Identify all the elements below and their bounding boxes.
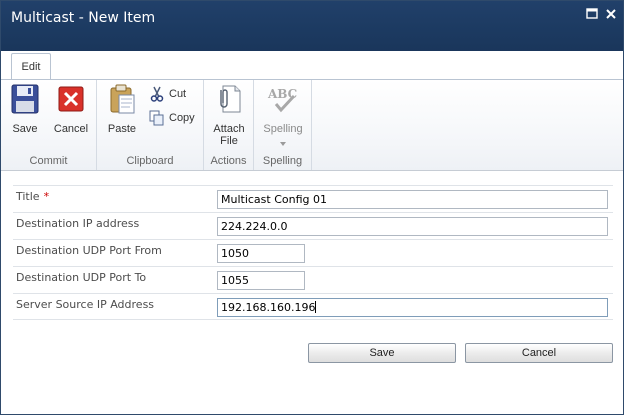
destination-ip-input[interactable]: 224.224.0.0 <box>217 217 608 236</box>
floppy-disk-icon <box>9 84 41 117</box>
form-row-destination-ip: Destination IP address 224.224.0.0 <box>13 212 613 239</box>
commit-group: Save Cancel Commit <box>1 80 97 170</box>
actions-group: Attach File Actions <box>204 80 254 170</box>
save-ribbon-button[interactable]: Save <box>9 84 41 135</box>
maximize-icon[interactable] <box>585 7 599 21</box>
field-label-udp-port-to: Destination UDP Port To <box>16 271 147 284</box>
copy-ribbon-label: Copy <box>169 112 195 124</box>
ribbon: Save Cancel Commit Paste Cut Copy Clipbo… <box>1 79 623 171</box>
title-input[interactable]: Multicast Config 01 <box>217 190 608 209</box>
new-item-form: Title * Multicast Config 01 Destination I… <box>13 185 613 320</box>
cut-ribbon-button[interactable]: Cut <box>149 85 199 103</box>
dialog-title: Multicast - New Item <box>11 10 156 26</box>
paste-ribbon-button[interactable]: Paste <box>105 84 139 135</box>
dialog-window: Multicast - New Item Edit Save Cancel Co… <box>0 0 624 415</box>
server-source-ip-value: 192.168.160.196 <box>221 301 316 314</box>
form-row-udp-port-to: Destination UDP Port To 1055 <box>13 266 613 293</box>
attach-label-line2: File <box>220 135 238 147</box>
clipboard-paste-icon <box>105 84 139 117</box>
spelling-ribbon-label: Spelling <box>263 123 303 135</box>
field-label-destination-ip: Destination IP address <box>16 217 140 230</box>
clipboard-group: Paste Cut Copy Clipboard <box>97 80 204 170</box>
udp-port-from-input[interactable]: 1050 <box>217 244 305 263</box>
field-label-udp-port-from: Destination UDP Port From <box>16 244 162 257</box>
cancel-x-icon <box>51 84 91 117</box>
form-row-title: Title * Multicast Config 01 <box>13 185 613 212</box>
close-icon[interactable] <box>604 7 618 21</box>
clipboard-group-label: Clipboard <box>126 155 174 167</box>
actions-group-label: Actions <box>210 155 247 167</box>
commit-group-label: Commit <box>29 155 68 167</box>
field-label-server-source-ip: Server Source IP Address <box>16 298 155 311</box>
paste-ribbon-label: Paste <box>107 123 137 135</box>
spelling-button[interactable]: ABC Spelling <box>260 84 306 149</box>
save-ribbon-label: Save <box>12 123 38 135</box>
udp-port-to-input[interactable]: 1055 <box>217 271 305 290</box>
scissors-icon <box>149 86 165 108</box>
chevron-down-icon <box>260 137 306 149</box>
save-button[interactable]: Save <box>308 343 456 363</box>
title-bar: Multicast - New Item <box>1 1 623 51</box>
cut-ribbon-label: Cut <box>169 88 187 100</box>
server-source-ip-input[interactable]: 192.168.160.196 <box>217 298 608 317</box>
required-marker: * <box>43 190 50 203</box>
form-row-udp-port-from: Destination UDP Port From 1050 <box>13 239 613 266</box>
form-row-server-source-ip: Server Source IP Address 192.168.160.196 <box>13 293 613 320</box>
attach-label-line1: Attach <box>213 123 245 135</box>
copy-icon <box>149 110 165 132</box>
abc-check-icon: ABC <box>260 84 306 117</box>
field-label-title: Title * <box>16 190 50 203</box>
cancel-button[interactable]: Cancel <box>465 343 613 363</box>
attach-file-button[interactable]: Attach File <box>209 84 249 147</box>
cancel-ribbon-label: Cancel <box>53 123 89 135</box>
copy-ribbon-button[interactable]: Copy <box>149 109 201 127</box>
cancel-ribbon-button[interactable]: Cancel <box>51 84 91 135</box>
spelling-group-label: Spelling <box>262 155 303 167</box>
tab-edit[interactable]: Edit <box>11 53 51 80</box>
text-caret <box>315 301 317 313</box>
paperclip-icon <box>209 84 249 117</box>
spelling-group: ABC Spelling Spelling <box>254 80 312 170</box>
